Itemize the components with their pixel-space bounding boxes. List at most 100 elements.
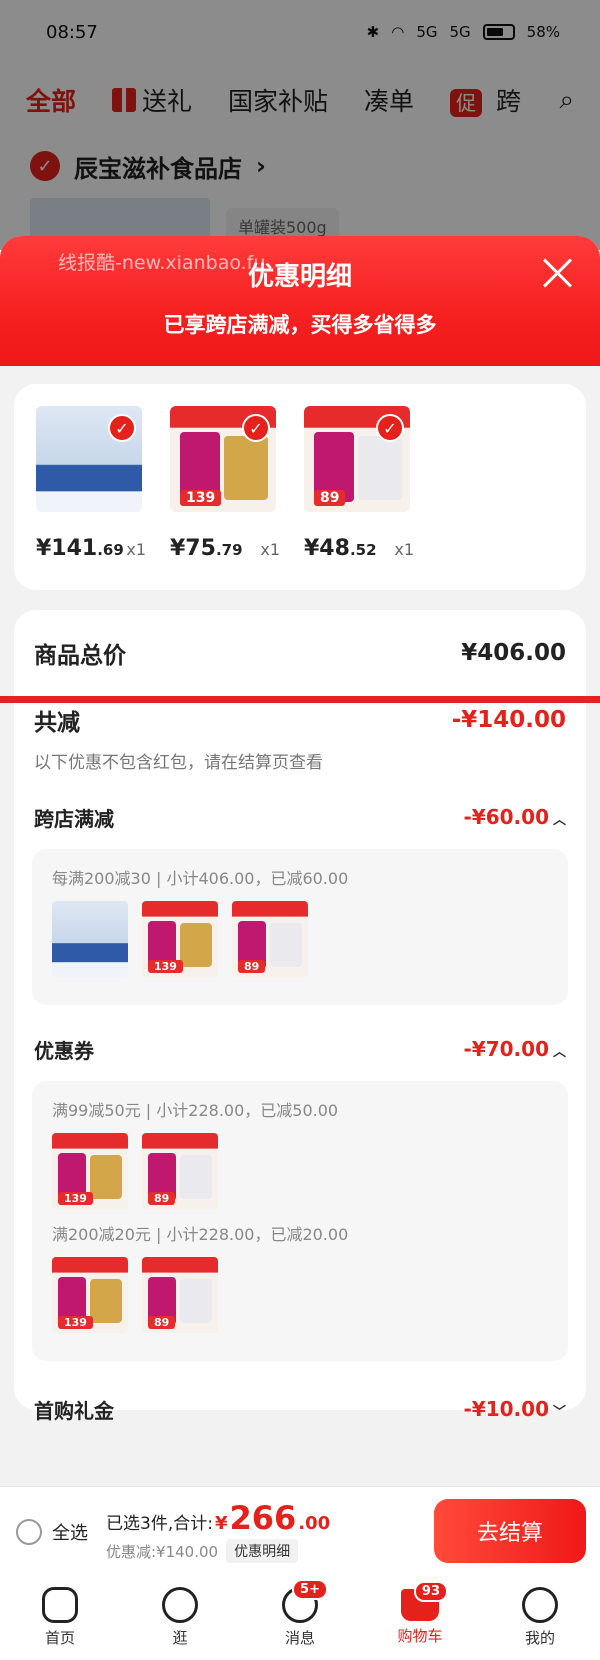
coupon-rule-2: 满200减20元 | 小计228.00，已减20.00 bbox=[52, 1225, 349, 1244]
price-integer: ¥141 bbox=[36, 536, 98, 561]
item-card[interactable]: ✓ ¥141.69 x1 bbox=[36, 406, 146, 568]
nav-me[interactable]: 我的 bbox=[490, 1586, 590, 1648]
nav-home[interactable]: 首页 bbox=[10, 1586, 110, 1648]
cart-badge: 93 bbox=[413, 1580, 448, 1602]
product-image: 139 ✓ bbox=[170, 406, 276, 512]
product-jar bbox=[90, 1155, 122, 1199]
first-buy-value: -¥10.00 ﹀ bbox=[464, 1397, 567, 1421]
product-jar bbox=[270, 923, 302, 967]
product-price-tag: 89 bbox=[238, 960, 266, 973]
total-integer: 266 bbox=[229, 1499, 297, 1537]
product-thumbnail: 89 bbox=[142, 1257, 218, 1333]
currency-symbol: ¥ bbox=[214, 1513, 228, 1534]
red-packet-note: 以下优惠不包含红包，请在结算页查看 bbox=[34, 753, 323, 773]
select-all-radio[interactable] bbox=[16, 1519, 42, 1545]
coupon-panel: 满99减50元 | 小计228.00，已减50.00 139 89 满200减2… bbox=[32, 1081, 568, 1361]
product-thumbnail: 139 bbox=[142, 901, 218, 977]
check-icon: ✓ bbox=[242, 414, 270, 442]
cross-store-panel: 每满200减30 | 小计406.00，已减60.00 139 89 bbox=[32, 849, 568, 1005]
checkout-button[interactable]: 去结算 bbox=[434, 1499, 586, 1563]
bottom-navigation: 首页 逛 5+ 消息 93 购物车 我的 bbox=[0, 1574, 600, 1660]
browse-icon bbox=[162, 1586, 198, 1623]
nav-home-label: 首页 bbox=[44, 1628, 75, 1647]
coupon-section-header[interactable]: 优惠券 -¥70.00 ︿ bbox=[14, 1029, 586, 1069]
discount-detail-button[interactable]: 优惠明细 bbox=[226, 1539, 299, 1563]
coupon-label: 优惠券 bbox=[34, 1038, 94, 1063]
product-jar bbox=[180, 1279, 212, 1323]
price-integer: ¥48 bbox=[304, 536, 350, 561]
coupon-value: -¥70.00 ︿ bbox=[464, 1037, 567, 1061]
nav-cart-label: 购物车 bbox=[397, 1626, 443, 1645]
goods-total-label: 商品总价 bbox=[34, 643, 126, 669]
product-image: ✓ bbox=[36, 406, 142, 512]
price-decimal: .79 bbox=[215, 541, 243, 559]
cross-store-thumbs: 139 89 bbox=[52, 901, 548, 977]
selected-count-text: 已选3件,合计: bbox=[106, 1514, 213, 1534]
product-thumbnail: 139 bbox=[52, 1133, 128, 1209]
coupon-thumbs-2: 139 89 bbox=[52, 1257, 548, 1333]
product-price-tag: 139 bbox=[180, 490, 222, 506]
product-image: 89 ✓ bbox=[304, 406, 410, 512]
item-price: ¥141.69 bbox=[36, 536, 124, 561]
sheet-header: 线报酷-new.xianbao.fu 优惠明细 已享跨店满减，买得多省得多 bbox=[0, 236, 600, 366]
cross-store-label: 跨店满减 bbox=[34, 806, 114, 831]
item-card[interactable]: 89 ✓ ¥48.52 x1 bbox=[304, 406, 414, 568]
first-buy-label: 首购礼金 bbox=[34, 1398, 114, 1423]
product-price-tag: 139 bbox=[58, 1316, 93, 1329]
total-decimal: .00 bbox=[298, 1513, 331, 1534]
first-buy-section-header[interactable]: 首购礼金 -¥10.00 ﹀ bbox=[14, 1389, 586, 1429]
check-icon: ✓ bbox=[376, 414, 404, 442]
product-price-tag: 139 bbox=[58, 1192, 93, 1205]
item-price-row: ¥75.79 x1 bbox=[170, 536, 280, 561]
item-card[interactable]: 139 ✓ ¥75.79 x1 bbox=[170, 406, 280, 568]
item-quantity: x1 bbox=[126, 540, 146, 559]
profile-icon bbox=[522, 1586, 558, 1623]
discount-summary: 优惠减:¥140.00 bbox=[106, 1542, 219, 1561]
item-price: ¥48.52 bbox=[304, 536, 377, 561]
product-price-tag: 89 bbox=[148, 1316, 176, 1329]
cross-store-amount: -¥60.00 bbox=[463, 805, 549, 829]
modal-overlay[interactable] bbox=[0, 0, 600, 250]
nav-cart[interactable]: 93 购物车 bbox=[370, 1580, 470, 1646]
first-buy-amount: -¥10.00 bbox=[463, 1397, 549, 1421]
discount-detail-sheet: 线报酷-new.xianbao.fu 优惠明细 已享跨店满减，买得多省得多 ✓ … bbox=[0, 236, 600, 1486]
product-jar bbox=[358, 436, 402, 500]
item-price-row: ¥141.69 x1 bbox=[36, 536, 146, 561]
nav-messages-label: 消息 bbox=[284, 1628, 315, 1647]
product-price-tag: 89 bbox=[314, 490, 346, 506]
price-decimal: .69 bbox=[97, 541, 124, 559]
product-price-tag: 139 bbox=[148, 960, 183, 973]
price-integer: ¥75 bbox=[170, 536, 216, 561]
goods-total-row: 商品总价 ¥406.00 bbox=[14, 610, 586, 696]
product-price-tag: 89 bbox=[148, 1192, 176, 1205]
close-icon[interactable] bbox=[540, 256, 574, 290]
discount-total-row: 共减 -¥140.00 bbox=[14, 702, 586, 738]
watermark-text: 线报酷-new.xianbao.fu bbox=[58, 252, 266, 274]
nav-browse-label: 逛 bbox=[172, 1628, 188, 1647]
product-jar bbox=[90, 1279, 122, 1323]
discount-total-value: -¥140.00 bbox=[451, 707, 566, 733]
item-price: ¥75.79 bbox=[170, 536, 243, 561]
price-breakdown-card: 商品总价 ¥406.00 共减 -¥140.00 以下优惠不包含红包，请在结算页… bbox=[0, 610, 600, 1423]
nav-me-label: 我的 bbox=[524, 1628, 555, 1647]
red-divider bbox=[0, 696, 600, 703]
discount-total-label: 共减 bbox=[34, 710, 80, 736]
coupon-amount: -¥70.00 bbox=[463, 1037, 549, 1061]
summary-discount-line: 优惠减:¥140.00 优惠明细 bbox=[106, 1539, 330, 1563]
goods-total-value: ¥406.00 bbox=[461, 640, 566, 666]
product-thumbnail: 89 bbox=[232, 901, 308, 977]
summary-total-line: 已选3件,合计: ¥ 266 .00 bbox=[106, 1499, 330, 1537]
nav-browse[interactable]: 逛 bbox=[130, 1586, 230, 1648]
nav-messages[interactable]: 5+ 消息 bbox=[250, 1578, 350, 1648]
check-icon: ✓ bbox=[108, 414, 136, 442]
chevron-up-icon: ︿ bbox=[552, 813, 566, 828]
select-all-toggle[interactable]: 全选 bbox=[16, 1519, 88, 1545]
coupon-rule-1: 满99减50元 | 小计228.00，已减50.00 bbox=[52, 1101, 339, 1120]
checkout-bar: 全选 已选3件,合计: ¥ 266 .00 优惠减:¥140.00 优惠明细 去… bbox=[0, 1486, 600, 1574]
item-quantity: x1 bbox=[260, 540, 280, 559]
select-all-label: 全选 bbox=[52, 1523, 88, 1544]
home-icon bbox=[42, 1586, 78, 1623]
item-quantity: x1 bbox=[394, 540, 414, 559]
cross-store-section-header[interactable]: 跨店满减 -¥60.00 ︿ bbox=[14, 797, 586, 837]
product-jar bbox=[180, 1155, 212, 1199]
